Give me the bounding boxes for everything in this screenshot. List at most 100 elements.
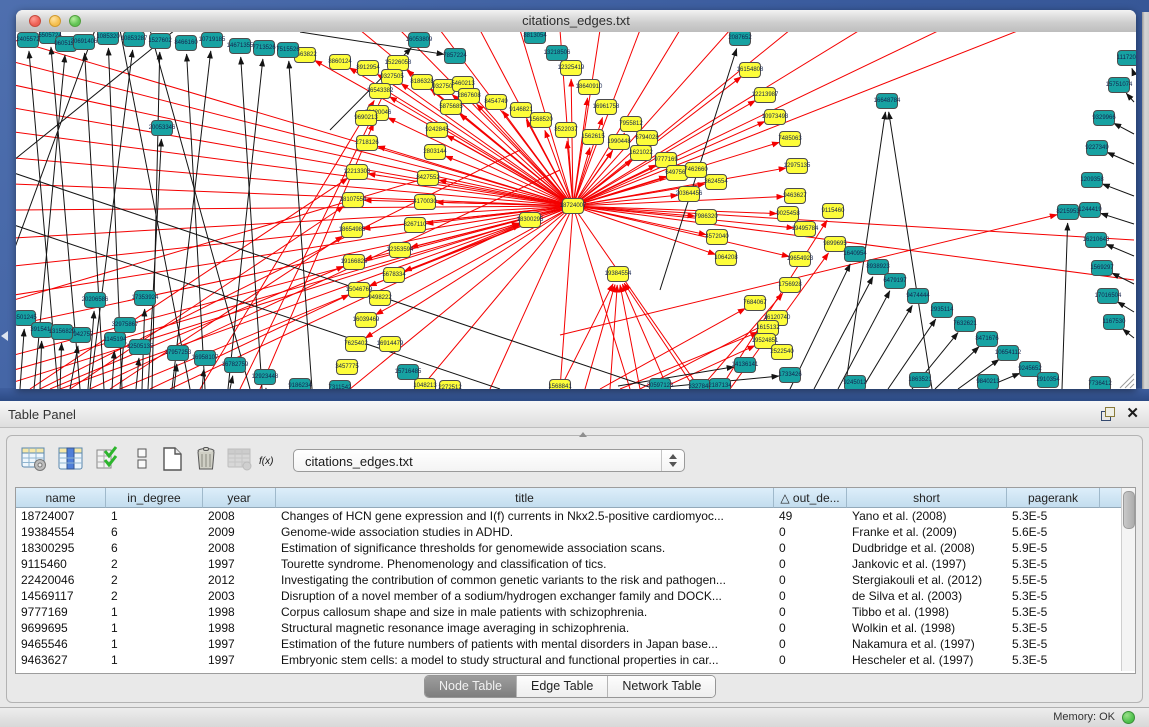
table-cell[interactable]: 2 [106,588,203,604]
graph-node[interactable]: 12975135 [784,159,811,174]
graph-node[interactable]: 1145194 [104,333,128,348]
graph-node[interactable]: 8860124 [328,55,352,70]
graph-node[interactable]: 8466160 [174,36,198,51]
table-cell[interactable]: 22420046 [16,572,106,588]
resize-grip-icon[interactable] [1125,379,1134,388]
table-cell[interactable]: Hescheler et al. (1997) [847,652,1007,668]
graph-node[interactable]: 8912954 [356,61,380,76]
graph-node[interactable]: 1048213 [413,379,437,390]
table-settings-icon[interactable] [19,444,49,474]
graph-node[interactable]: 9329966 [1092,111,1116,126]
graph-node[interactable]: 18654985 [339,223,366,238]
table-row[interactable]: 969969511998Structural magnetic resonanc… [16,620,1121,636]
table-cell[interactable]: Dudbridge et al. (2008) [847,540,1007,556]
graph-node[interactable]: 18724007 [560,199,587,214]
table-cell[interactable]: Wolkin et al. (1998) [847,620,1007,636]
table-cell[interactable]: 2008 [203,508,276,524]
graph-node[interactable]: 1117208 [1117,51,1136,66]
table-cell[interactable]: Nakamura et al. (1997) [847,636,1007,652]
graph-node[interactable]: 2405572 [16,33,40,48]
graph-node[interactable]: 9186234 [288,379,312,390]
graph-node[interactable]: 18640910 [576,80,603,95]
graph-node[interactable]: 12505135 [127,340,154,355]
graph-node[interactable]: 10654112 [995,346,1022,361]
table-cell[interactable]: Tourette syndrome. Phenomenology and cla… [276,556,774,572]
table-cell[interactable]: 0 [774,604,847,620]
table-cell[interactable]: 6 [106,540,203,556]
graph-node[interactable]: 2718126 [355,136,379,151]
table-cell[interactable]: 1 [106,620,203,636]
table-cell[interactable]: Stergiakouli et al. (2012) [847,572,1007,588]
graph-node[interactable]: 3457775 [335,360,359,375]
table-cell[interactable]: 49 [774,508,847,524]
table-row[interactable]: 946554611997Estimation of the future num… [16,636,1121,652]
float-panel-icon[interactable] [1101,407,1115,421]
table-cell[interactable]: 1997 [203,652,276,668]
graph-node[interactable]: 9245012 [843,376,867,390]
graph-node[interactable]: 7713526 [252,41,276,56]
table-row[interactable]: 1872400712008Changes of HCN gene express… [16,508,1121,524]
column-header-year[interactable]: year [203,488,276,508]
graph-node[interactable]: 1527602 [148,34,172,49]
table-cell[interactable]: Investigating the contribution of common… [276,572,774,588]
column-header-pagerank[interactable]: pagerank [1007,488,1100,508]
graph-node[interactable]: 2272512 [438,381,462,390]
graph-node[interactable]: 2087652 [728,32,752,46]
graph-node[interactable]: 20053346 [149,121,176,136]
graph-node[interactable]: 18107554 [340,193,367,208]
graph-node[interactable]: 7736412 [1088,377,1112,390]
table-cell[interactable]: 5.9E-5 [1007,540,1100,556]
table-cell[interactable]: 2012 [203,572,276,588]
graph-node[interactable]: 4170030 [413,195,437,210]
delete-icon[interactable] [191,444,221,474]
graph-node[interactable]: 6794028 [635,131,659,146]
graph-node[interactable]: 14671355 [227,39,254,54]
graph-node[interactable]: 6479197 [883,274,907,289]
new-document-icon[interactable] [157,444,187,474]
graph-node[interactable]: 9227349 [1085,141,1109,156]
graph-node[interactable]: 1562615 [581,130,605,145]
table-cell[interactable]: 0 [774,524,847,540]
table-cell[interactable]: 0 [774,636,847,652]
graph-node[interactable]: 16543382 [367,84,394,99]
table-cell[interactable]: Genome-wide association studies in ADHD. [276,524,774,540]
graph-node[interactable]: 2522540 [770,345,794,360]
table-cell[interactable]: 0 [774,588,847,604]
tab-node-table[interactable]: Node Table [425,676,517,697]
graph-node[interactable]: 9025458 [776,207,800,222]
graph-node[interactable]: 1569297 [1090,261,1114,276]
graph-node[interactable]: 1621022 [629,146,653,161]
table-cell[interactable]: 2003 [203,588,276,604]
table-cell[interactable]: 0 [774,620,847,636]
table-cell[interactable]: Embryonic stem cells: a model to study s… [276,652,774,668]
graph-node[interactable]: 1863521 [908,373,932,388]
table-cell[interactable]: Changes of HCN gene expression and I(f) … [276,508,774,524]
window-titlebar[interactable]: citations_edges.txt [16,10,1136,33]
column-header-title[interactable]: title [276,488,774,508]
graph-node[interactable]: 1167530 [1103,315,1127,330]
splitter-handle-icon[interactable] [579,432,587,437]
graph-node[interactable]: 3624554 [704,175,728,190]
graph-node[interactable]: 1244419 [1078,203,1102,218]
graph-node[interactable]: 1064208 [714,251,738,266]
graph-node[interactable]: 16210643 [1083,233,1110,248]
table-cell[interactable]: 0 [774,572,847,588]
table-cell[interactable]: 5.3E-5 [1007,556,1100,572]
graph-node[interactable]: 13156829 [49,325,76,340]
graph-node[interactable]: 8522037 [554,123,578,138]
graph-node[interactable]: 19495784 [792,222,819,237]
graph-node[interactable]: 8215953 [1056,205,1080,220]
graph-node[interactable]: 9899695 [823,237,847,252]
table-cell[interactable]: 2009 [203,524,276,540]
graph-node[interactable]: 7515526 [276,43,300,58]
table-cell[interactable]: 5.5E-5 [1007,572,1100,588]
table-cell[interactable]: 1998 [203,604,276,620]
graph-node[interactable]: 2910354 [1036,373,1060,388]
graph-node[interactable]: 20364456 [676,187,703,202]
table-cell[interactable]: Jankovic et al. (1997) [847,556,1007,572]
graph-node[interactable]: 16053809 [406,33,433,48]
graph-node[interactable]: 9115460 [822,204,846,219]
table-cell[interactable]: 0 [774,556,847,572]
graph-node[interactable]: 16782759 [222,358,249,373]
table-row[interactable]: 946362711997Embryonic stem cells: a mode… [16,652,1121,668]
